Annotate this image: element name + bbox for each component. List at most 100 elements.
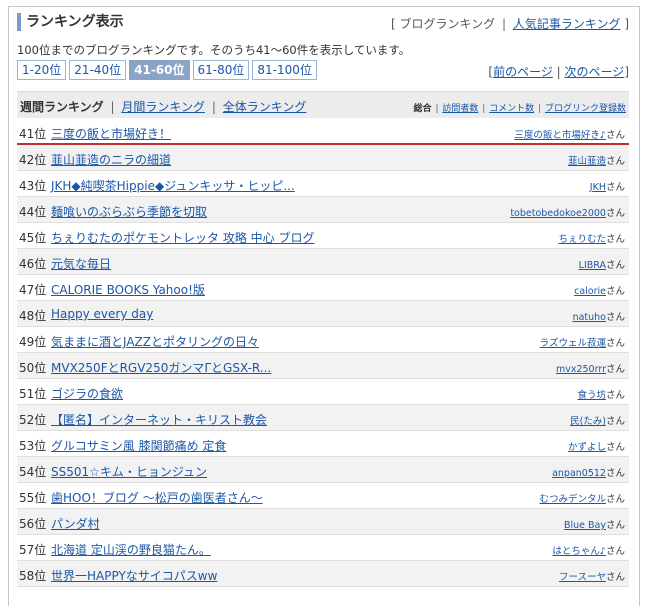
blogger-link[interactable]: calorie (574, 286, 606, 297)
pager-bracket-close: ] (624, 65, 629, 79)
blog-title-link[interactable]: JKH◆純喫茶Hippie◆ジュンキッサ・ヒッピ... (51, 177, 295, 194)
period-bar: 週間ランキング | 月間ランキング | 全体ランキング 総合 | 訪問者数 | … (17, 91, 629, 118)
blog-title-link[interactable]: SS501☆キム・ヒョンジュン (51, 463, 207, 480)
table-row: 51位 ゴジラの食欲 食う坊さん (17, 379, 629, 405)
range-81-100-button[interactable]: 81-100位 (252, 60, 317, 80)
honorific: さん (605, 442, 625, 453)
page-title: ランキング表示 (17, 13, 124, 31)
blog-title-link[interactable]: パンダ村 (51, 515, 100, 532)
blogger-link[interactable]: natuho (573, 312, 606, 323)
table-row: 46位 元気な毎日 LIBRAさん (17, 249, 629, 275)
rank-number: 45位 (19, 231, 47, 245)
weekly-ranking-tab[interactable]: 週間ランキング (20, 100, 104, 114)
pager-separator: | (556, 65, 561, 79)
blog-title-link[interactable]: 世界一HAPPYなサイコパスww (51, 567, 217, 584)
ranking-description: 100位までのブログランキングです。そのうち41～60件を表示しています。 (17, 43, 411, 57)
blog-title-link[interactable]: 歯HOO！ブログ ～松戸の歯医者さん～ (51, 489, 263, 506)
table-row: 41位 三度の飯と市場好き！ 三度の飯と市場好き♪さん (17, 119, 629, 145)
blogger-link[interactable]: JKH (590, 182, 606, 193)
rank-number: 55位 (19, 491, 47, 505)
blog-title-link[interactable]: 気ままに酒とJAZZとポタリングの日々 (51, 333, 259, 350)
rank-number: 51位 (19, 387, 47, 401)
sort-comments-link[interactable]: コメント数 (489, 104, 534, 114)
next-page-link[interactable]: 次のページ (565, 65, 625, 79)
rank-number: 54位 (19, 465, 47, 479)
blogger-link[interactable]: 三度の飯と市場好き♪ (514, 130, 606, 141)
rank-number: 56位 (19, 517, 47, 531)
overall-ranking-link[interactable]: 全体ランキング (223, 100, 307, 114)
separator: | (110, 100, 115, 114)
blogger-link[interactable]: 民(たみ) (570, 416, 606, 427)
honorific: さん (605, 338, 625, 349)
blog-title-link[interactable]: 【匿名】インターネット・キリスト教会 (51, 411, 267, 428)
blogger-link[interactable]: ラズウェル菽運 (540, 338, 606, 349)
honorific: さん (605, 182, 625, 193)
panel-header: ランキング表示 [ ブログランキング | 人気記事ランキング ] (9, 7, 639, 37)
rank-number: 46位 (19, 257, 47, 271)
prev-page-link[interactable]: 前のページ (493, 65, 553, 79)
honorific: さん (605, 572, 625, 583)
blog-title-link[interactable]: CALORIE BOOKS Yahoo!版 (51, 281, 205, 298)
table-row: 55位 歯HOO！ブログ ～松戸の歯医者さん～ むつみデンタルさん (17, 483, 629, 509)
rank-number: 42位 (19, 153, 47, 167)
sort-total-tab[interactable]: 総合 (414, 104, 432, 114)
rank-number: 57位 (19, 543, 47, 557)
honorific: さん (605, 312, 625, 323)
blogger-link[interactable]: かずよし (568, 442, 606, 453)
range-41-60-button[interactable]: 41-60位 (129, 60, 190, 80)
range-21-40-button[interactable]: 21-40位 (69, 60, 127, 80)
blog-title-link[interactable]: ちぇりむたのポケモントレッタ 攻略 中心 ブログ (51, 229, 314, 246)
monthly-ranking-link[interactable]: 月間ランキング (121, 100, 205, 114)
rank-number: 58位 (19, 569, 47, 583)
blogger-link[interactable]: 食う坊 (577, 390, 606, 401)
pager: [前のページ | 次のページ] (488, 63, 629, 80)
rank-number: 44位 (19, 205, 47, 219)
honorific: さん (605, 286, 625, 297)
honorific: さん (605, 364, 625, 375)
sort-visitors-link[interactable]: 訪問者数 (442, 104, 478, 114)
blogger-link[interactable]: Blue Bay (564, 520, 606, 531)
rank-number: 43位 (19, 179, 47, 193)
blogger-link[interactable]: anpan0512 (552, 468, 606, 479)
blog-title-link[interactable]: 元気な毎日 (51, 255, 111, 272)
table-row: 58位 世界一HAPPYなサイコパスww フースーヤさん (17, 561, 629, 587)
separator: | (435, 104, 439, 114)
blog-title-link[interactable]: 韮山韮造のニラの細道 (51, 151, 171, 168)
blogger-link[interactable]: 韮山韮造 (568, 156, 606, 167)
honorific: さん (605, 156, 625, 167)
blog-title-link[interactable]: Happy every day (51, 307, 153, 321)
ranking-list: 41位 三度の飯と市場好き！ 三度の飯と市場好き♪さん 42位 韮山韮造のニラの… (17, 119, 629, 587)
table-row: 42位 韮山韮造のニラの細道 韮山韮造さん (17, 145, 629, 171)
range-1-20-button[interactable]: 1-20位 (17, 60, 67, 80)
table-row: 53位 グルコサミン風 膝関節痛め 定食 かずよしさん (17, 431, 629, 457)
honorific: さん (605, 416, 625, 427)
blogger-link[interactable]: はとちゃん♪ (552, 546, 606, 557)
blogger-link[interactable]: LIBRA (579, 260, 606, 271)
range-61-80-button[interactable]: 61-80位 (192, 60, 250, 80)
popular-articles-ranking-link[interactable]: 人気記事ランキング (513, 17, 621, 31)
blogger-link[interactable]: tobetobedokoe2000 (510, 208, 606, 219)
blog-title-link[interactable]: MVX250FとRGV250ガンマΓとGSX-R... (51, 359, 271, 376)
honorific: さん (605, 390, 625, 401)
blog-title-link[interactable]: グルコサミン風 膝関節痛め 定食 (51, 437, 226, 454)
honorific: さん (605, 260, 625, 271)
bracket-close: ] (624, 17, 629, 31)
honorific: さん (605, 494, 625, 505)
ranking-panel: ランキング表示 [ ブログランキング | 人気記事ランキング ] 100位までの… (8, 6, 640, 606)
blogger-link[interactable]: mvx250rrr (556, 364, 606, 375)
blog-title-link[interactable]: 三度の飯と市場好き！ (51, 125, 171, 142)
blogger-link[interactable]: フースーヤ (559, 572, 606, 583)
blog-title-link[interactable]: 麺喰いのぶらぶら季節を切取 (51, 203, 207, 220)
blogger-link[interactable]: むつみデンタル (539, 494, 606, 505)
blogger-link[interactable]: ちぇりむた (558, 234, 606, 245)
separator: | (211, 100, 216, 114)
honorific: さん (605, 468, 625, 479)
table-row: 54位 SS501☆キム・ヒョンジュン anpan0512さん (17, 457, 629, 483)
blog-title-link[interactable]: ゴジラの食欲 (51, 385, 123, 402)
sort-registered-link[interactable]: ブログリンク登録数 (545, 104, 626, 114)
range-selector: 1-20位 21-40位 41-60位 61-80位 81-100位 (17, 60, 317, 80)
table-row: 44位 麺喰いのぶらぶら季節を切取 tobetobedokoe2000さん (17, 197, 629, 223)
table-row: 52位 【匿名】インターネット・キリスト教会 民(たみ)さん (17, 405, 629, 431)
table-row: 56位 パンダ村 Blue Bayさん (17, 509, 629, 535)
blog-title-link[interactable]: 北海道 定山渓の野良猫たん。 (51, 541, 211, 558)
